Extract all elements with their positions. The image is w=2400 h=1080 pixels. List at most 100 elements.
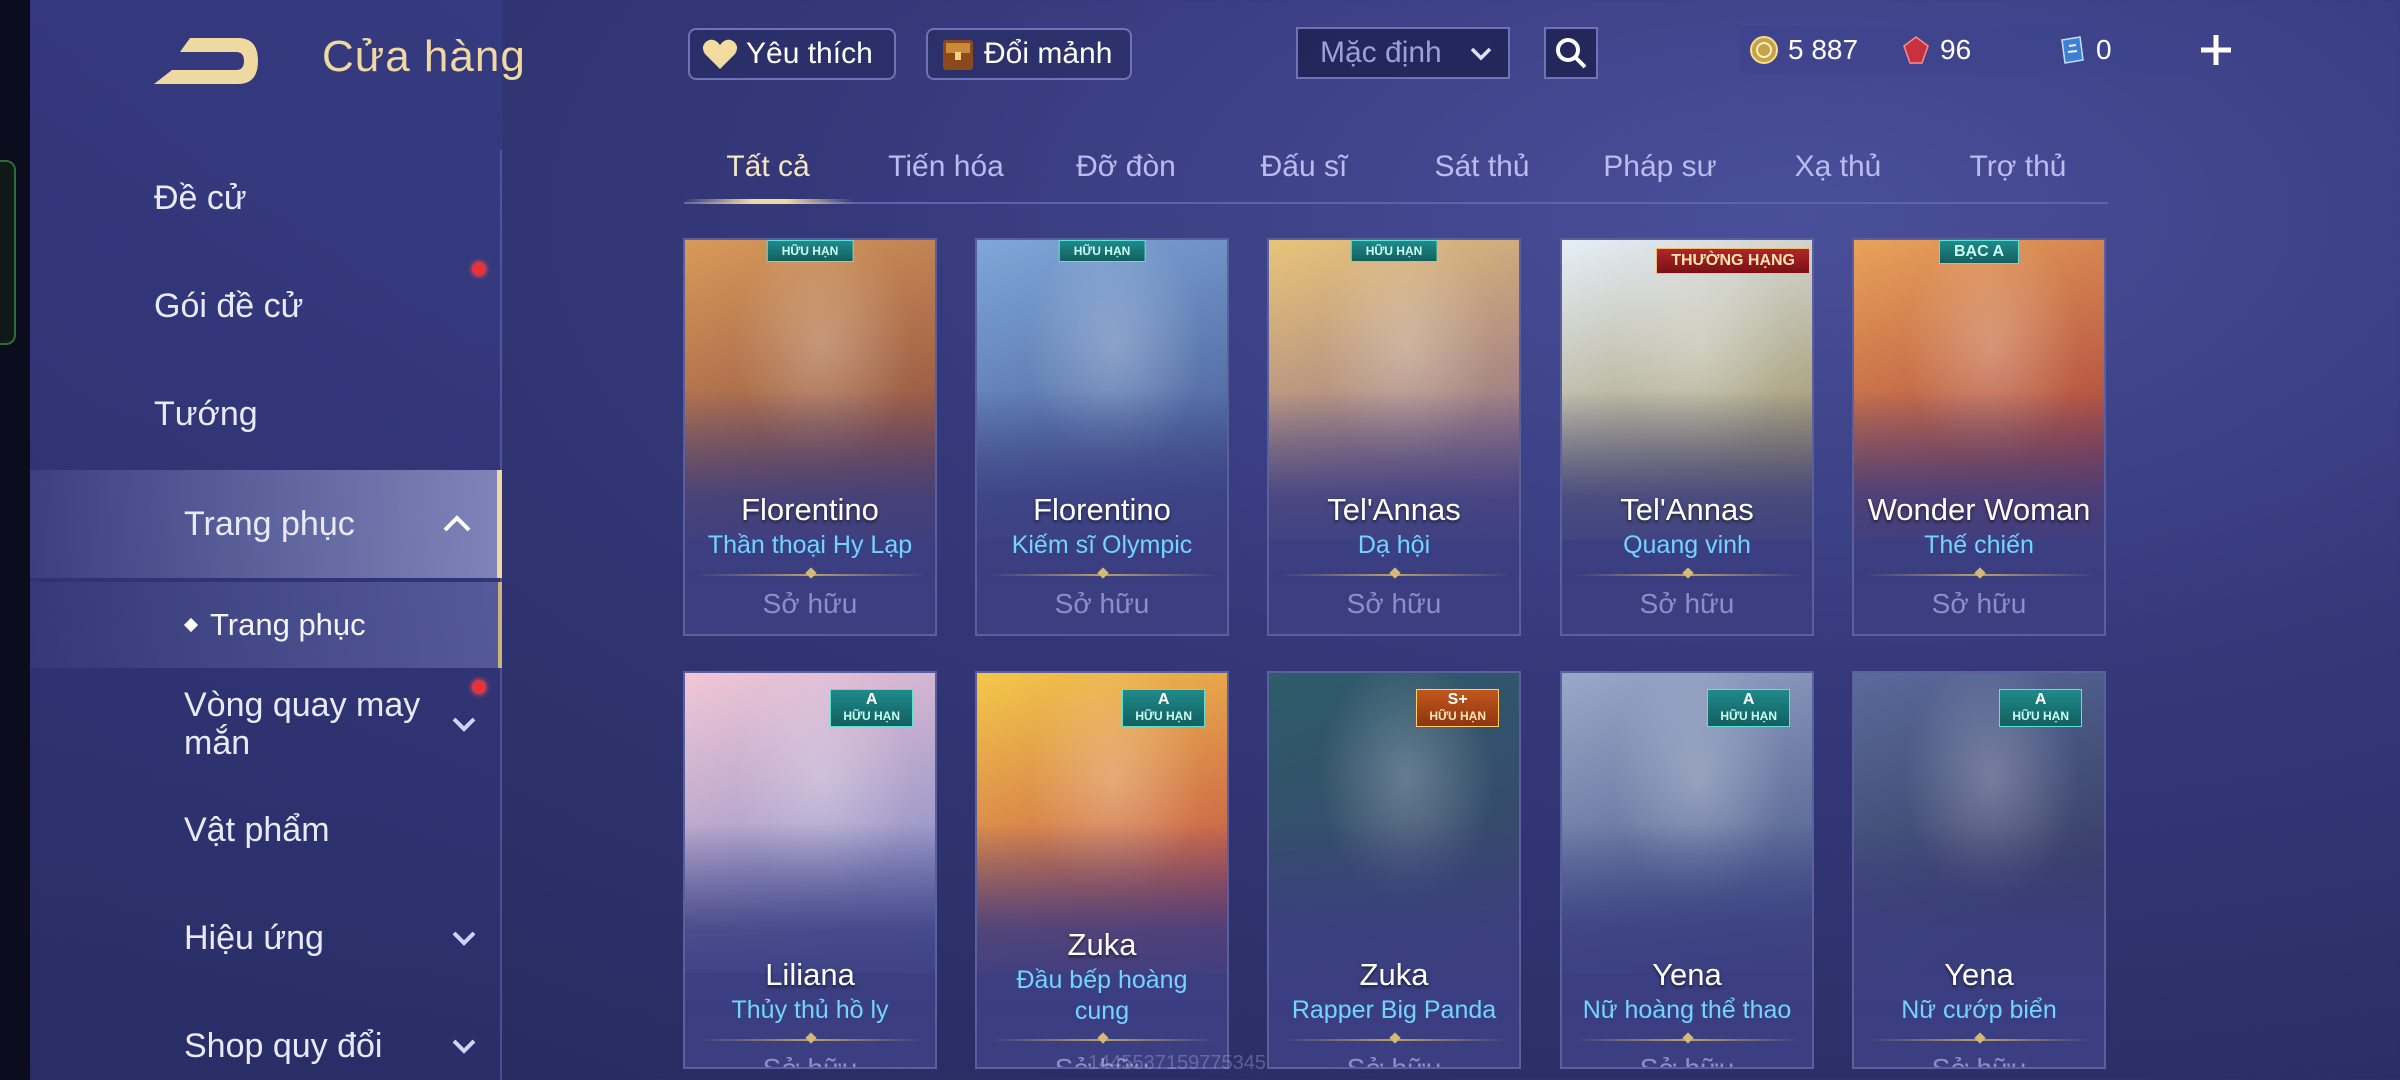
- tab-assassin[interactable]: Sát thủ: [1434, 150, 1529, 184]
- skin-card[interactable]: A HỮU HẠN Liliana Thủy thủ hồ ly Sở hữu: [683, 671, 937, 1069]
- tier-label: HỮU HẠN: [1429, 709, 1486, 723]
- category-tabs: Tất cả Tiến hóa Đỡ đòn Đấu sĩ Sát thủ Ph…: [684, 138, 2108, 204]
- tier-badge: A HỮU HẠN: [1999, 689, 2082, 727]
- exchange-label: Đổi mảnh: [984, 37, 1113, 70]
- skin-card[interactable]: A HỮU HẠN Yena Nữ hoàng thể thao Sở hữu: [1560, 671, 1814, 1069]
- sidebar-item-items[interactable]: Vật phẩm: [30, 782, 502, 878]
- rank-badge: THƯỜNG HẠNG: [1656, 248, 1810, 274]
- hero-name: Wonder Woman: [1867, 492, 2091, 527]
- skin-name: Thế chiến: [1924, 531, 2034, 559]
- sidebar-item-skins[interactable]: Trang phục: [30, 470, 502, 578]
- hero-name: Florentino: [1033, 492, 1171, 527]
- tier-letter: A: [1157, 691, 1170, 708]
- card-divider: [1574, 1032, 1802, 1044]
- skin-card[interactable]: A HỮU HẠN Zuka Đầu bếp hoàng cung Sở hữu: [975, 671, 1229, 1069]
- sort-dropdown[interactable]: Mặc định: [1296, 27, 1510, 79]
- skin-card[interactable]: HỮU HẠN Florentino Thần thoại Hy Lạp Sở …: [683, 238, 937, 636]
- card-divider: [1281, 1032, 1509, 1044]
- skin-name: Kiếm sĩ Olympic: [1011, 531, 1193, 559]
- hero-name: Tel'Annas: [1327, 492, 1461, 527]
- owned-status: Sở hữu: [1931, 1053, 2027, 1069]
- back-arrow-icon[interactable]: [150, 30, 262, 92]
- tab-tank[interactable]: Đỡ đòn: [1076, 150, 1176, 184]
- tier-letter: A: [1742, 691, 1755, 708]
- tab-support[interactable]: Trợ thủ: [1970, 150, 2067, 184]
- tier-badge: A HỮU HẠN: [830, 689, 913, 727]
- chevron-down-icon: [452, 717, 476, 732]
- sidebar-item-label: Shop quy đổi: [184, 1026, 383, 1065]
- sidebar-item-exchange-shop[interactable]: Shop quy đổi: [30, 998, 502, 1080]
- hero-name: Yena: [1652, 957, 1722, 992]
- tier-letter: A: [865, 691, 878, 708]
- sidebar-subitem-label: Trang phục: [210, 607, 366, 642]
- sidebar-item-label: Vòng quay may mắn: [184, 686, 421, 762]
- hero-name: Tel'Annas: [1620, 492, 1754, 527]
- sidebar-item-recommended[interactable]: Đề cử: [0, 150, 472, 246]
- tab-marksman[interactable]: Xạ thủ: [1795, 150, 1882, 184]
- skin-name: Đầu bếp hoàng cung: [1016, 966, 1188, 1025]
- sidebar-subitem-skins[interactable]: Trang phục: [30, 582, 502, 668]
- favorite-label: Yêu thích: [746, 37, 873, 70]
- skin-name: Nữ cướp biển: [1901, 996, 2057, 1024]
- plus-icon[interactable]: [2196, 30, 2236, 70]
- chevron-down-icon: [452, 931, 476, 946]
- tier-label: HỮU HẠN: [1720, 709, 1777, 723]
- chest-icon: [943, 40, 973, 70]
- sidebar-item-effects[interactable]: Hiệu ứng: [30, 890, 502, 986]
- card-divider: [697, 567, 925, 579]
- sidebar-item-label: Trang phục: [184, 504, 355, 543]
- limited-badge: HỮU HẠN: [766, 240, 854, 262]
- sidebar-item-label: Gói đề cử: [154, 286, 304, 325]
- owned-status: Sở hữu: [1639, 588, 1735, 619]
- ruby-amount: 96: [1940, 34, 1972, 65]
- skin-name: Thủy thủ hồ ly: [731, 996, 889, 1024]
- card-divider: [989, 1032, 1217, 1044]
- skin-name: Quang vinh: [1623, 531, 1751, 559]
- sidebar-item-recommended-packs[interactable]: Gói đề cử: [0, 258, 472, 354]
- skin-card[interactable]: HỮU HẠN Tel'Annas Dạ hội Sở hữu: [1267, 238, 1521, 636]
- tab-mage[interactable]: Pháp sư: [1603, 150, 1716, 184]
- favorite-button[interactable]: Yêu thích: [688, 28, 896, 80]
- tab-evolution[interactable]: Tiến hóa: [888, 150, 1004, 184]
- limited-badge: HỮU HẠN: [1350, 240, 1438, 262]
- voucher-currency: 0: [2056, 26, 2112, 74]
- sort-value: Mặc định: [1320, 36, 1442, 69]
- skin-name: Dạ hội: [1357, 531, 1431, 559]
- sidebar-item-label: Tướng: [154, 394, 258, 433]
- tier-badge: BẠC A: [1938, 240, 2020, 264]
- card-divider: [1866, 567, 2094, 579]
- owned-status: Sở hữu: [762, 588, 858, 619]
- ruby-currency: 96: [1900, 26, 1971, 74]
- chevron-down-icon: [1470, 47, 1492, 61]
- skin-card[interactable]: HỮU HẠN Florentino Kiếm sĩ Olympic Sở hữ…: [975, 238, 1229, 636]
- sidebar-item-heroes[interactable]: Tướng: [0, 366, 472, 462]
- tab-fighter[interactable]: Đấu sĩ: [1261, 150, 1348, 184]
- card-divider: [697, 1032, 925, 1044]
- tier-badge: A HỮU HẠN: [1707, 689, 1790, 727]
- exchange-shards-button[interactable]: Đổi mảnh: [926, 28, 1132, 80]
- search-button[interactable]: [1544, 27, 1598, 79]
- tab-all[interactable]: Tất cả: [726, 150, 809, 184]
- skin-card[interactable]: A HỮU HẠN Yena Nữ cướp biển Sở hữu: [1852, 671, 2106, 1069]
- sidebar-item-label: Đề cử: [154, 178, 247, 217]
- owned-status: Sở hữu: [1931, 588, 2027, 619]
- gold-coin-icon: [1750, 36, 1778, 64]
- chevron-up-icon: [443, 515, 471, 532]
- gold-amount: 5 887: [1788, 34, 1859, 65]
- skin-card[interactable]: THƯỜNG HẠNG Tel'Annas Quang vinh Sở hữu: [1560, 238, 1814, 636]
- skin-name: Nữ hoàng thể thao: [1582, 996, 1792, 1024]
- owned-status: Sở hữu: [1346, 588, 1442, 619]
- page-title: Cửa hàng: [322, 32, 526, 81]
- tier-label: HỮU HẠN: [1135, 709, 1192, 723]
- tier-letter: S+: [1447, 691, 1468, 708]
- skin-card[interactable]: S+ HỮU HẠN Zuka Rapper Big Panda Sở hữu: [1267, 671, 1521, 1069]
- voucher-icon: [2061, 36, 2084, 64]
- skin-card[interactable]: BẠC A Wonder Woman Thế chiến Sở hữu: [1852, 238, 2106, 636]
- tier-letter: A: [2034, 691, 2047, 708]
- card-divider: [1281, 567, 1509, 579]
- hero-name: Florentino: [741, 492, 879, 527]
- gold-currency: 5 887: [1748, 26, 1858, 74]
- ruby-gem-icon: [1903, 36, 1929, 64]
- sidebar-item-lucky-wheel[interactable]: Vòng quay may mắn: [30, 676, 502, 772]
- owned-status: Sở hữu: [1639, 1053, 1735, 1069]
